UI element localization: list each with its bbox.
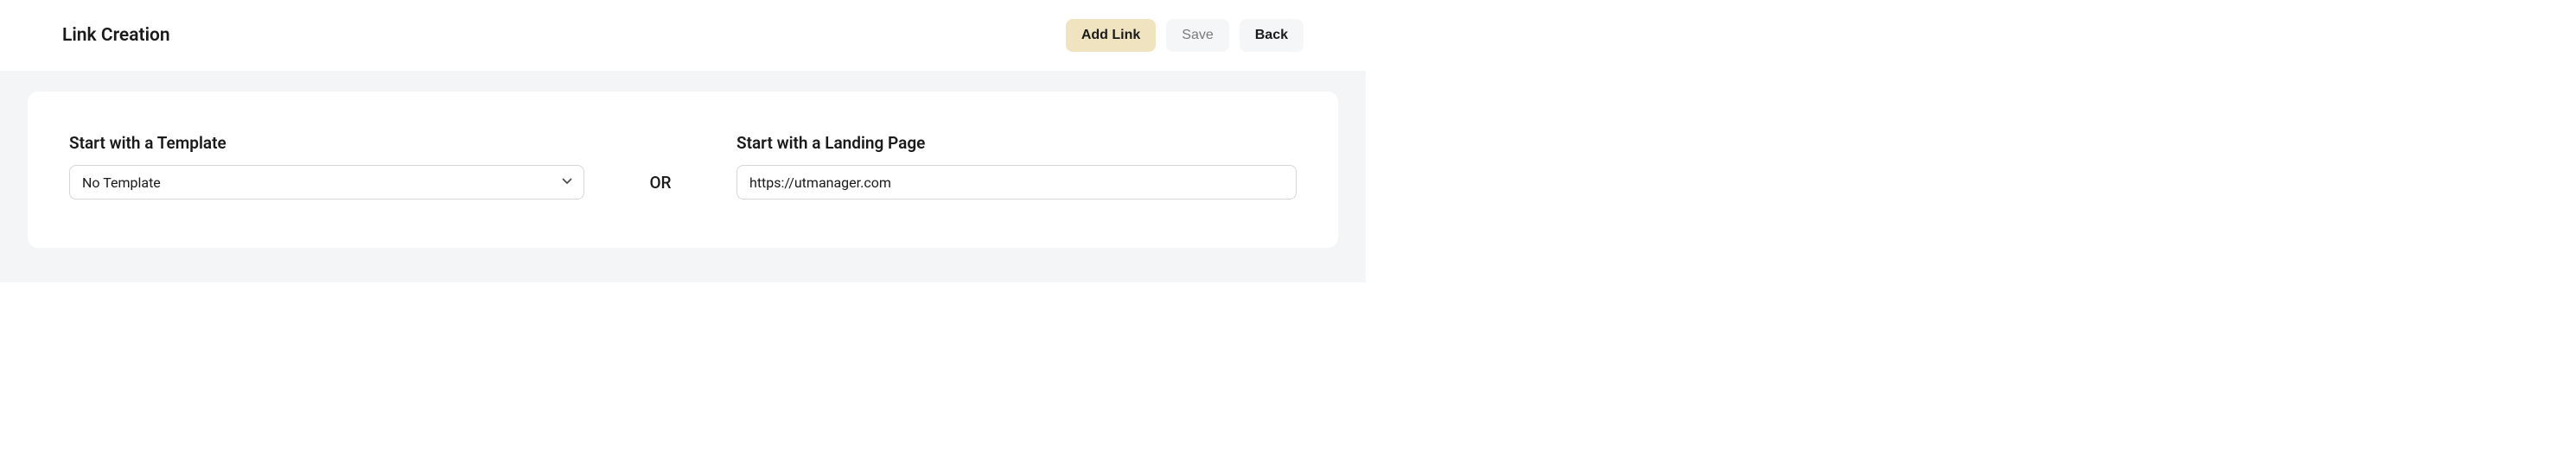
template-select-wrapper: No Template [69, 165, 584, 200]
template-field-group: Start with a Template No Template [69, 133, 584, 200]
landing-page-input[interactable] [736, 165, 1297, 200]
save-button[interactable]: Save [1166, 19, 1228, 52]
landing-page-label: Start with a Landing Page [736, 133, 1297, 153]
page-title: Link Creation [62, 25, 170, 46]
content-area: Start with a Template No Template OR Sta… [0, 71, 1366, 282]
add-link-button[interactable]: Add Link [1066, 19, 1156, 52]
landing-page-field-group: Start with a Landing Page [736, 133, 1297, 200]
back-button[interactable]: Back [1240, 19, 1304, 52]
template-label: Start with a Template [69, 133, 584, 153]
header-actions: Add Link Save Back [1066, 19, 1304, 52]
template-select[interactable]: No Template [69, 165, 584, 200]
page-header: Link Creation Add Link Save Back [0, 0, 1366, 71]
link-creation-card: Start with a Template No Template OR Sta… [28, 92, 1338, 248]
or-divider: OR [626, 173, 695, 200]
